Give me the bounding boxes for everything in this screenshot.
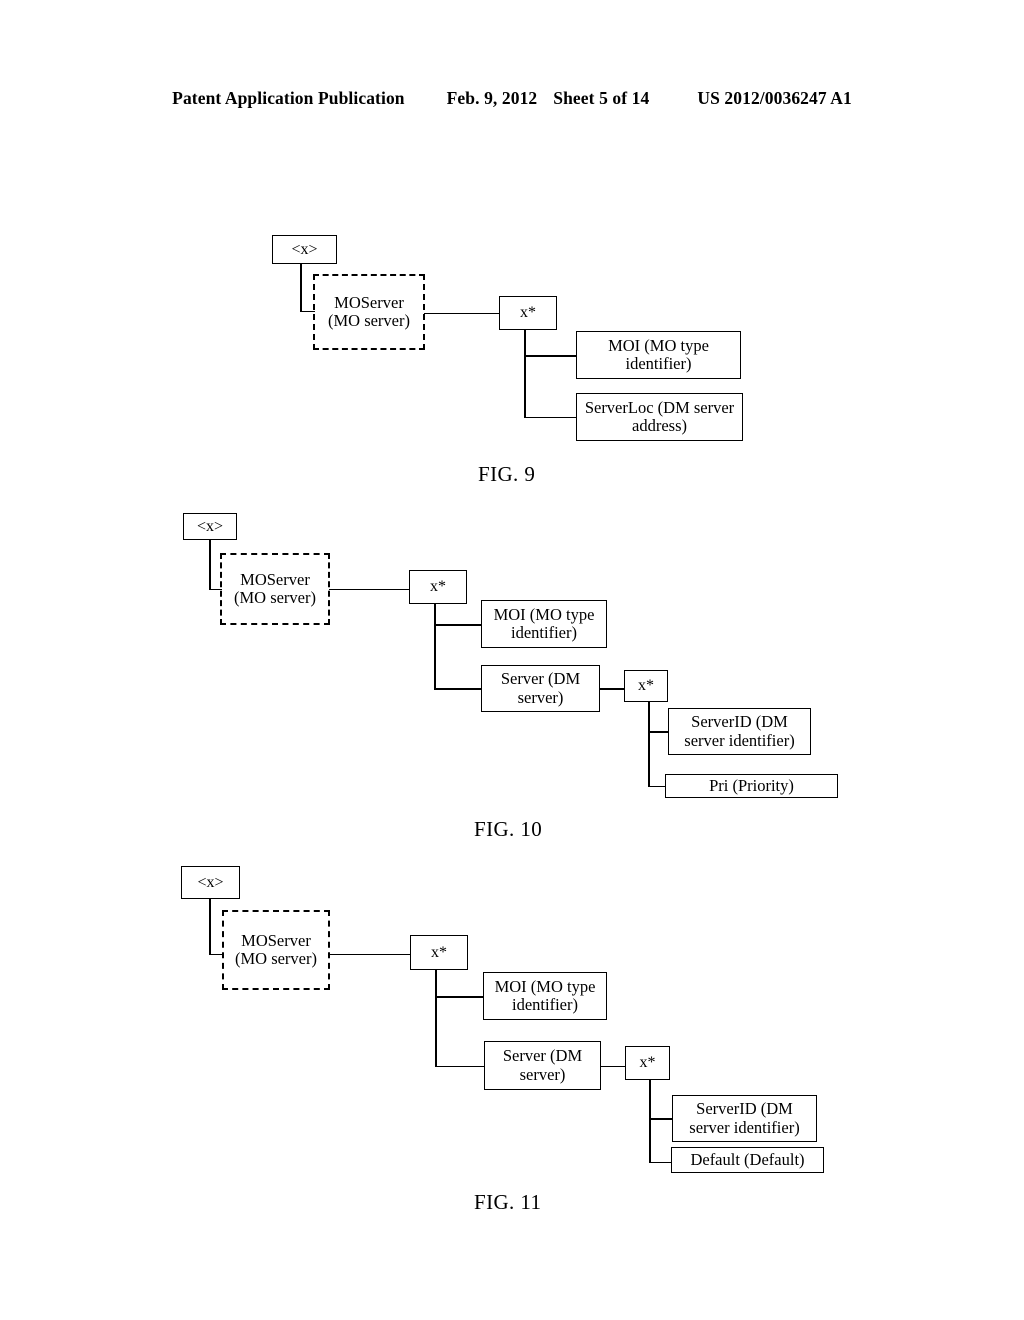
node-root-label: <x> [291,240,318,258]
node-server-label-11: Server (DM server) [502,1046,583,1084]
node-xstar2-10: x* [624,670,668,702]
connector-xstar-trunk-10 [434,604,436,689]
node-xstar-label: x* [520,304,536,322]
node-xstar2-label-11: x* [639,1054,656,1072]
node-moi-label-11: MOI (MO type identifier) [494,976,596,1014]
figure-9-caption: FIG. 9 [478,462,536,486]
node-leaf-label-10: Pri (Priority) [709,775,794,795]
node-serverid-10: ServerID (DM server identifier) [668,708,811,755]
node-serverid-label-11: ServerID (DM server identifier) [689,1099,800,1137]
connector-xstar2-to-serverid-11 [649,1118,672,1120]
node-moserver-label-10: MOServer (MO server) [233,569,316,607]
node-serverid-11: ServerID (DM server identifier) [672,1095,817,1142]
connector-xstar-trunk-11 [435,970,437,1067]
node-root-label-11: <x> [197,873,224,891]
connector-root-to-moserver-vertical-10 [209,539,211,590]
node-leaf-label-11: Default (Default) [690,1149,805,1169]
node-serverid-label-10: ServerID (DM server identifier) [684,712,795,750]
node-xstar2-label-10: x* [638,677,654,695]
connector-xstar-to-serverloc [524,416,577,418]
node-moi-label: MOI (MO type identifier) [608,335,709,373]
connector-root-to-moserver-vertical [300,262,302,312]
connector-xstar2-to-leaf-10 [648,785,666,787]
node-server-11: Server (DM server) [484,1041,601,1090]
connector-moserver-to-xstar [424,312,499,314]
connector-xstar-trunk [524,329,526,418]
connector-xstar2-trunk-11 [649,1079,651,1163]
node-moserver-label-11: MOServer (MO server) [234,930,317,968]
node-xstar-label-11: x* [431,943,447,961]
node-xstar-label-10: x* [430,578,446,596]
node-moi-label-10: MOI (MO type identifier) [493,604,595,642]
connector-moserver-to-xstar-10 [329,588,409,590]
node-moi-10: MOI (MO type identifier) [481,600,607,648]
connector-server-to-xstar2-10 [599,688,625,690]
node-moi-11: MOI (MO type identifier) [483,972,607,1020]
node-server-10: Server (DM server) [481,665,600,712]
connector-xstar-to-server-10 [434,688,482,690]
node-leaf-11: Default (Default) [671,1147,824,1173]
node-moi: MOI (MO type identifier) [576,331,741,379]
node-serverloc-label: ServerLoc (DM server address) [584,397,735,435]
node-moserver-11: MOServer (MO server) [222,910,330,990]
connector-moserver-to-xstar-11 [329,953,411,955]
node-leaf-10: Pri (Priority) [665,774,838,798]
node-xstar-10: x* [409,570,467,604]
connector-xstar-to-moi-10 [434,624,482,626]
connector-xstar-to-moi-11 [435,996,484,998]
figure-11-caption: FIG. 11 [474,1190,542,1214]
node-moserver-label: MOServer (MO server) [327,292,410,330]
connector-root-to-moserver-vertical-11 [209,899,211,955]
node-root: <x> [272,235,337,264]
connector-xstar2-trunk-10 [648,701,650,787]
node-root-11: <x> [181,866,240,899]
node-serverloc: ServerLoc (DM server address) [576,393,743,441]
connector-xstar-to-moi [524,355,577,357]
connector-server-to-xstar2-11 [600,1065,625,1067]
node-moserver: MOServer (MO server) [313,274,425,350]
node-xstar2-11: x* [625,1046,670,1080]
connector-xstar2-to-serverid-10 [648,731,669,733]
node-server-label-10: Server (DM server) [500,669,581,707]
node-root-label-10: <x> [196,517,224,535]
connector-xstar2-to-leaf-11 [649,1161,671,1163]
node-moserver-10: MOServer (MO server) [220,553,330,625]
connector-xstar-to-server-11 [435,1065,484,1067]
figure-10-caption: FIG. 10 [474,817,543,841]
node-root-10: <x> [183,513,237,540]
node-xstar-11: x* [410,935,468,970]
node-xstar: x* [499,296,557,330]
